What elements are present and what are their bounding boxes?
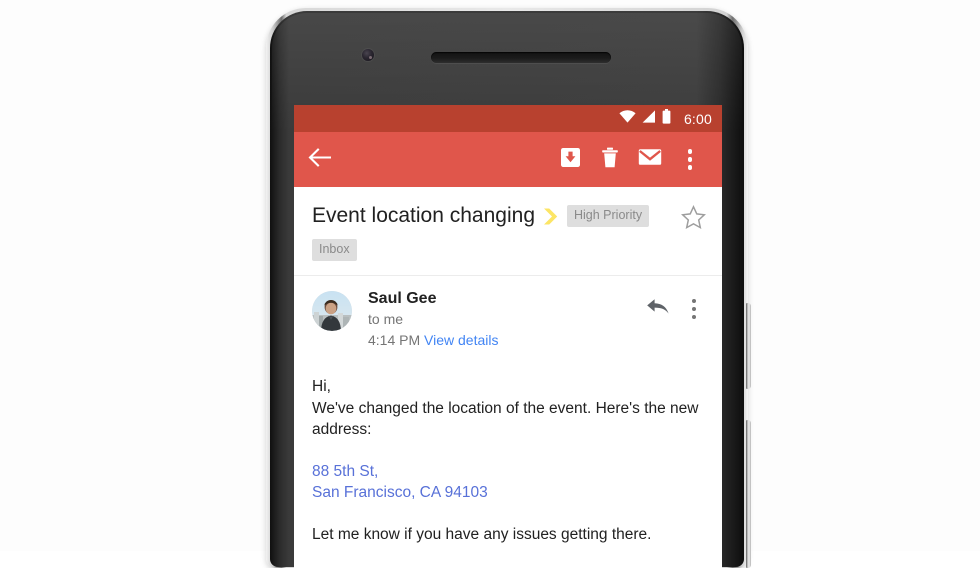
body-text: We've changed the location of the event.…: [312, 399, 699, 439]
message-header: Saul Gee to me 4:14 PM View details: [294, 276, 722, 360]
message-overflow-button[interactable]: [680, 295, 708, 323]
front-camera-icon: [362, 49, 374, 61]
label-chip-inbox[interactable]: Inbox: [312, 239, 357, 261]
wifi-icon: [619, 109, 636, 128]
star-button[interactable]: [678, 205, 708, 235]
body-greeting: Hi,: [312, 378, 331, 395]
power-button[interactable]: [746, 303, 751, 389]
status-bar-time: 6:00: [683, 110, 712, 127]
message-actions: [644, 295, 708, 323]
subject-block: Event location changing High Priority In…: [294, 187, 722, 275]
star-outline-icon: [680, 205, 706, 235]
body-closing: Let me know if you have any issues getti…: [312, 525, 652, 543]
subject-left: Event location changing High Priority In…: [312, 203, 678, 261]
status-bar-icons: 6:00: [619, 108, 712, 129]
conversation-view: Event location changing High Priority In…: [294, 187, 722, 568]
view-details-link[interactable]: View details: [424, 332, 498, 348]
archive-icon: [560, 147, 581, 173]
sender-name: Saul Gee: [368, 290, 437, 307]
archive-button[interactable]: [550, 140, 590, 180]
android-phone: 6:00 Event location changing High Priori…: [266, 8, 751, 568]
cellular-signal-icon: [642, 109, 656, 128]
app-bar-overflow-button[interactable]: [670, 140, 710, 180]
delete-button[interactable]: [590, 140, 630, 180]
page-background: 6:00 Event location changing High Priori…: [0, 0, 980, 568]
address-line-2[interactable]: San Francisco, CA 94103: [312, 482, 704, 504]
subject-title: Event location changing: [312, 204, 535, 227]
status-bar: 6:00: [294, 105, 722, 132]
body-paragraph-intro: Hi, We've changed the location of the ev…: [312, 376, 704, 441]
reply-button[interactable]: [644, 295, 672, 323]
body-paragraph-closing: Let me know if you have any issues getti…: [312, 524, 704, 546]
subject-row: Event location changing High Priority: [312, 203, 678, 229]
reply-arrow-icon: [646, 297, 670, 322]
earpiece-speaker-icon: [431, 52, 611, 63]
sender-meta: Saul Gee to me 4:14 PM View details: [368, 289, 644, 350]
sender-avatar-photo[interactable]: [312, 291, 352, 331]
back-button[interactable]: [308, 140, 344, 180]
phone-screen: 6:00 Event location changing High Priori…: [294, 105, 722, 568]
back-arrow-icon: [308, 147, 332, 172]
message-body: Hi, We've changed the location of the ev…: [294, 360, 722, 545]
label-chip-high-priority[interactable]: High Priority: [567, 205, 650, 227]
more-vertical-icon: [687, 149, 693, 170]
important-chevron-icon[interactable]: [543, 207, 559, 226]
envelope-icon: [638, 148, 662, 171]
address-line-1[interactable]: 88 5th St,: [312, 461, 704, 483]
trash-icon: [601, 147, 619, 173]
mark-unread-button[interactable]: [630, 140, 670, 180]
battery-full-icon: [662, 108, 671, 129]
message-time: 4:14 PM: [368, 332, 421, 348]
app-bar: [294, 132, 722, 187]
message-time-row: 4:14 PM View details: [368, 330, 644, 350]
label-row: Inbox: [312, 239, 678, 261]
recipient-label: to me: [368, 311, 404, 327]
body-address[interactable]: 88 5th St, San Francisco, CA 94103: [312, 461, 704, 504]
volume-rocker-button[interactable]: [746, 420, 751, 568]
more-vertical-icon: [691, 298, 697, 320]
